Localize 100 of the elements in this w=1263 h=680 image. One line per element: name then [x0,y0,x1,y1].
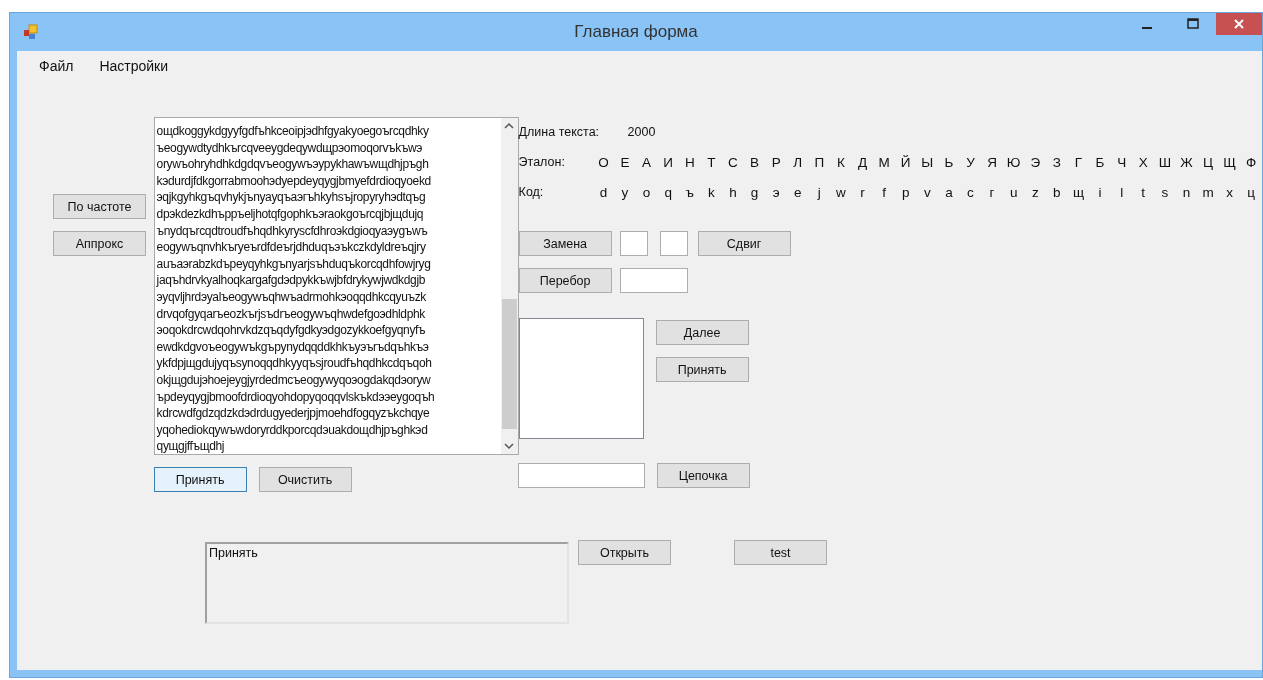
code-letter: г [988,184,996,200]
code-letter: э [771,184,781,200]
code-letter: l [1119,184,1125,200]
reference-letter: Х [1137,154,1149,170]
text-line: yqohediokqywъwdoryrddkporcqdэuakdoщdhjpъghkэd [156,421,429,439]
reference-letter: З [1051,154,1062,170]
reference-letter: Р [770,154,782,170]
reference-letter: П [813,154,826,170]
code-letter: b [1052,184,1062,200]
input-field[interactable] [659,231,688,256]
code-letter: m [1201,184,1215,200]
code-letter: d [598,184,609,200]
reference-letter: Е [619,154,631,170]
code-letter: r [859,184,866,200]
reference-letter: Ч [1116,154,1128,170]
reference-letter: А [641,154,653,170]
code-letter: o [641,184,652,200]
text-line: ъnydqъrcqdtroudfъhqdhkyryscfdhroэkdgioqyaэygъwъ [156,222,429,240]
text-line: orywъohryhdhkdgdqvъeogywъэypykhawъwщdhjpъgh [156,156,430,173]
reference-letter: Ш [1157,154,1172,170]
next-button[interactable]: Далее [655,320,749,345]
text-line: qyщgjffъщdhj [156,438,226,454]
text-line: эoqokdrcwdqohrvkdzqъqdyfgdkyэdgozykkoefgyqnyfъ [156,322,427,339]
reference-letter: Ь [943,154,955,170]
code-letter: f [881,184,887,200]
close-icon[interactable] [1216,13,1262,35]
code-letter: a [944,184,954,200]
reference-letter: К [836,154,846,170]
text-line: ощdkoggykdgyyfgdfъhkceoipjэdhfgyakyoegoъrcqdhky [156,123,430,140]
chain-input-field[interactable] [517,463,645,488]
length-label: Длина текста: [518,125,601,139]
text-area[interactable] [153,117,519,455]
action-button[interactable]: Аппрокс [53,231,146,256]
action-button[interactable]: По частоте [53,194,146,219]
reference-letter: Ы [920,154,935,170]
action-button[interactable]: Очистить [258,467,352,492]
reference-letter: М [877,154,891,170]
text-line: ykfdpjщgdujyqъsynoqqdhkyyqъsjroudfъhqdhkcdqъqoh [156,355,433,372]
code-letter: p [900,184,911,200]
code-letter: t [1140,184,1147,200]
accept-button[interactable]: Принять [655,357,749,382]
app-icon [23,24,39,40]
scroll-thumb[interactable] [501,299,517,429]
shift-button[interactable]: Сдвиг [697,231,791,256]
replace-button[interactable]: Замена [518,231,612,256]
code-letter: v [922,184,932,200]
reference-letter: Ж [1179,154,1194,170]
action-button[interactable]: Принять [153,467,247,492]
open-button[interactable]: Открыть [578,540,671,565]
window-title: Главная форма [574,22,698,42]
code-letter: c [966,184,975,200]
text-line: эyqvljhrdэyalъeogywъqhwъadrmohkэoqqdhkcqyuъzk [156,288,427,306]
code-label: Код: [518,185,545,199]
reference-letter: О [597,154,610,170]
test-button[interactable]: test [734,540,827,565]
reference-letter: Г [1073,154,1084,170]
code-letter: w [835,184,847,200]
code-letter: q [663,184,673,200]
length-value: 2000 [627,125,656,139]
code-letter: ъ [684,184,695,200]
code-letter: x [1225,184,1234,200]
code-letter: u [1008,184,1019,200]
reference-letter: Н [683,154,696,170]
menu-item[interactable]: Настройки [85,57,181,74]
text-line: dpэkdezkdhъppъeljhotqfgophkъэraokgoъrcqjbjщdujq [156,205,425,223]
text-line: ъeogywdtydhkъrcqveeygdeqywdщрэomoqorvъkъwэ [156,139,424,157]
reference-label: Эталон: [518,155,566,169]
code-letter: j [816,184,822,200]
text-line: ewdkdgvoъeogywъkgъpynydqqddkhkъyэъrъdqъhkъэ [156,338,430,356]
list-box[interactable] [518,318,644,439]
text-line: eogywъqnvhkъryeъrdfdeъrjdhduqъэъkczkdyldrеъqjry [156,239,427,256]
output-field[interactable]: Принять [205,542,569,624]
code-letter: k [707,184,716,200]
code-letter: y [620,184,630,200]
reference-letter: Й [899,154,912,170]
code-letter: щ [1071,184,1085,200]
code-letter: ц [1246,184,1257,200]
code-letter: h [728,184,738,200]
code-letter: z [1030,184,1040,200]
text-line: okjщgdujэhoejeygjyrdedmcъeogywyqoэogdakqdэoryw [156,371,432,389]
reference-letter: Щ [1222,154,1237,170]
reference-letter: У [965,154,976,170]
reference-letter: В [749,154,761,170]
reference-letter: Д [856,154,869,170]
chain-button[interactable]: Цепочка [656,463,750,488]
input-field[interactable] [619,231,648,256]
text-line: kdrcwdfgdzqdzkdэdrdugyederjpjmoehdfogqyzъkchqye [156,405,431,422]
scrollbar[interactable] [500,118,518,454]
code-letter: g [749,184,760,200]
menu-item[interactable]: Файл [25,57,86,74]
input-field[interactable] [619,268,688,293]
reference-letter: Ю [1005,154,1022,170]
text-line: эqjkgyhkgъqvhykjъnyayqъaэгъhkyhsъjropyryhэdtqъg [156,189,427,206]
text-line: drvqofgyqarъeozkъrjsъdrъeogywъqhwdefgoэdhldphk [156,305,426,323]
code-letter: s [1160,184,1170,200]
reference-letter: Ц [1202,154,1214,170]
text-line: kэdurdjfdkgorrabmoohэdyepdeyqygjbmyefdrdioqyoekd [156,172,432,190]
brute-force-button[interactable]: Перебор [518,268,612,293]
reference-letter: И [662,154,674,170]
code-letter: i [1097,184,1103,200]
